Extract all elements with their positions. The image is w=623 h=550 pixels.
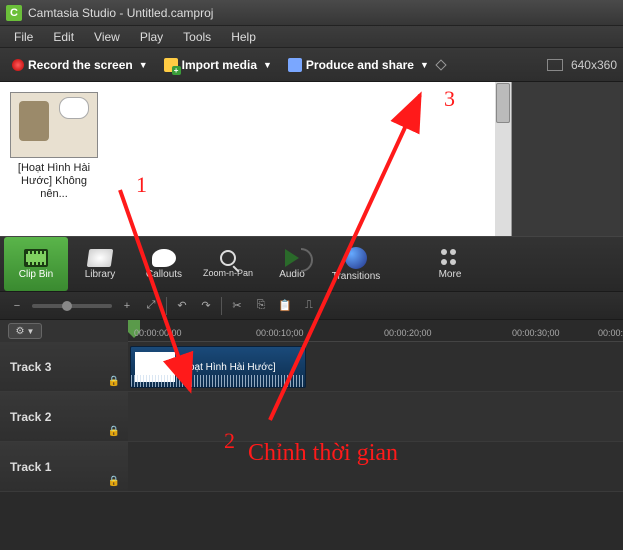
lock-icon[interactable]: 🔒 [108,426,120,437]
produce-label: Produce and share [306,58,414,72]
zoom-icon [220,250,236,266]
track-1: Track 1 🔒 [0,442,623,492]
menu-help[interactable]: Help [221,30,266,44]
tab-label: Library [85,269,116,280]
tab-label: Callouts [146,269,182,280]
timeline-toolbar: − + ⤢ ↶ ↷ ✂ ⎘ 📋 ⎍ [0,292,623,320]
copy-button[interactable]: ⎘ [252,298,270,314]
dropdown-icon: ▼ [420,60,429,70]
zoom-fit-button[interactable]: ⤢ [142,298,160,314]
tab-clipbin[interactable]: Clip Bin [4,237,68,291]
ruler-mark: 00:00:00;00 [134,328,182,338]
record-screen-button[interactable]: Record the screen ▼ [6,55,154,75]
timeline-tracks: Track 3 🔒 [Hoạt Hình Hài Hước] Track 2 🔒… [0,342,623,492]
lock-icon[interactable]: 🔒 [108,376,120,387]
menu-edit[interactable]: Edit [43,30,84,44]
track-2: Track 2 🔒 [0,392,623,442]
tab-library[interactable]: Library [68,237,132,291]
track-header[interactable]: Track 1 🔒 [0,442,128,491]
clip-waveform [131,375,305,387]
right-tools: 640x360 [547,58,617,72]
zoom-slider[interactable] [32,304,112,308]
separator [166,297,167,315]
clipbin-icon [24,249,48,267]
tab-label: Zoom-n-Pan [203,268,253,278]
tab-transitions[interactable]: Transitions [324,237,388,291]
timeline-ruler[interactable]: 00:00:00;00 00:00:10;00 00:00:20;00 00:0… [128,320,623,342]
zoom-in-button[interactable]: + [118,298,136,314]
menu-view[interactable]: View [84,30,130,44]
record-icon [12,59,24,71]
menu-tools[interactable]: Tools [173,30,221,44]
more-icon [441,249,459,267]
tab-more[interactable]: More [418,237,482,291]
undo-button[interactable]: ↶ [173,298,191,314]
titlebar: C Camtasia Studio - Untitled.camproj [0,0,623,26]
track-controls-header: ⚙▼ [0,320,128,342]
track-body[interactable] [128,442,623,491]
ruler-mark: 00:00:10;00 [256,328,304,338]
track-body[interactable]: [Hoạt Hình Hài Hước] [128,342,623,391]
diamond-icon [435,59,446,70]
tab-label: Clip Bin [19,269,53,280]
media-item[interactable]: [Hoạt Hình Hài Hước] Không nên... [10,92,98,202]
ruler-mark: 00:00: [598,328,623,338]
menu-file[interactable]: File [4,30,43,44]
zoom-out-button[interactable]: − [8,298,26,314]
paste-button[interactable]: 📋 [276,298,294,314]
transitions-icon [345,247,367,269]
clipbin-panel: [Hoạt Hình Hài Hước] Không nên... [0,82,512,236]
record-label: Record the screen [28,58,133,72]
lock-icon[interactable]: 🔒 [108,476,120,487]
tool-tabs: Clip Bin Library Callouts Zoom-n-Pan Aud… [0,236,623,292]
media-thumbnail [10,92,98,158]
menu-play[interactable]: Play [130,30,173,44]
timeline-clip[interactable]: [Hoạt Hình Hài Hước] [130,346,306,388]
scrollbar[interactable] [495,82,511,236]
clip-label: [Hoạt Hình Hài Hước] [179,362,276,373]
timeline-header: ⚙▼ 00:00:00;00 00:00:10;00 00:00:20;00 0… [0,320,623,342]
import-label: Import media [182,58,257,72]
preview-pane [512,82,623,236]
track-header[interactable]: Track 3 🔒 [0,342,128,391]
track-label: Track 3 [10,360,51,374]
tab-zoom-pan[interactable]: Zoom-n-Pan [196,237,260,291]
track-header[interactable]: Track 2 🔒 [0,392,128,441]
produce-icon [288,58,302,72]
tab-label: More [439,269,462,280]
split-button[interactable]: ⎍ [300,298,318,314]
produce-share-button[interactable]: Produce and share ▼ [282,55,451,75]
tab-audio[interactable]: Audio [260,237,324,291]
track-body[interactable] [128,392,623,441]
preview-size-icon[interactable] [547,59,563,71]
redo-button[interactable]: ↷ [197,298,215,314]
import-media-button[interactable]: Import media ▼ [158,55,278,75]
import-icon [164,58,178,72]
audio-icon [285,249,299,267]
track-label: Track 2 [10,410,51,424]
app-logo-icon: C [6,5,22,21]
media-label: [Hoạt Hình Hài Hước] Không nên... [10,162,98,202]
dropdown-icon: ▼ [263,60,272,70]
workspace: [Hoạt Hình Hài Hước] Không nên... [0,82,623,236]
ruler-mark: 00:00:20;00 [384,328,432,338]
menubar: File Edit View Play Tools Help [0,26,623,48]
track-label: Track 1 [10,460,51,474]
tab-label: Transitions [332,271,381,282]
track-settings-button[interactable]: ⚙▼ [8,323,42,339]
track-3: Track 3 🔒 [Hoạt Hình Hài Hước] [0,342,623,392]
cut-button[interactable]: ✂ [228,298,246,314]
preview-dimensions: 640x360 [571,58,617,72]
library-icon [87,249,114,267]
tab-callouts[interactable]: Callouts [132,237,196,291]
window-title: Camtasia Studio - Untitled.camproj [28,6,213,20]
scroll-thumb[interactable] [496,83,510,123]
actionbar: Record the screen ▼ Import media ▼ Produ… [0,48,623,82]
separator [221,297,222,315]
dropdown-icon: ▼ [139,60,148,70]
callouts-icon [152,249,176,267]
ruler-mark: 00:00:30;00 [512,328,560,338]
